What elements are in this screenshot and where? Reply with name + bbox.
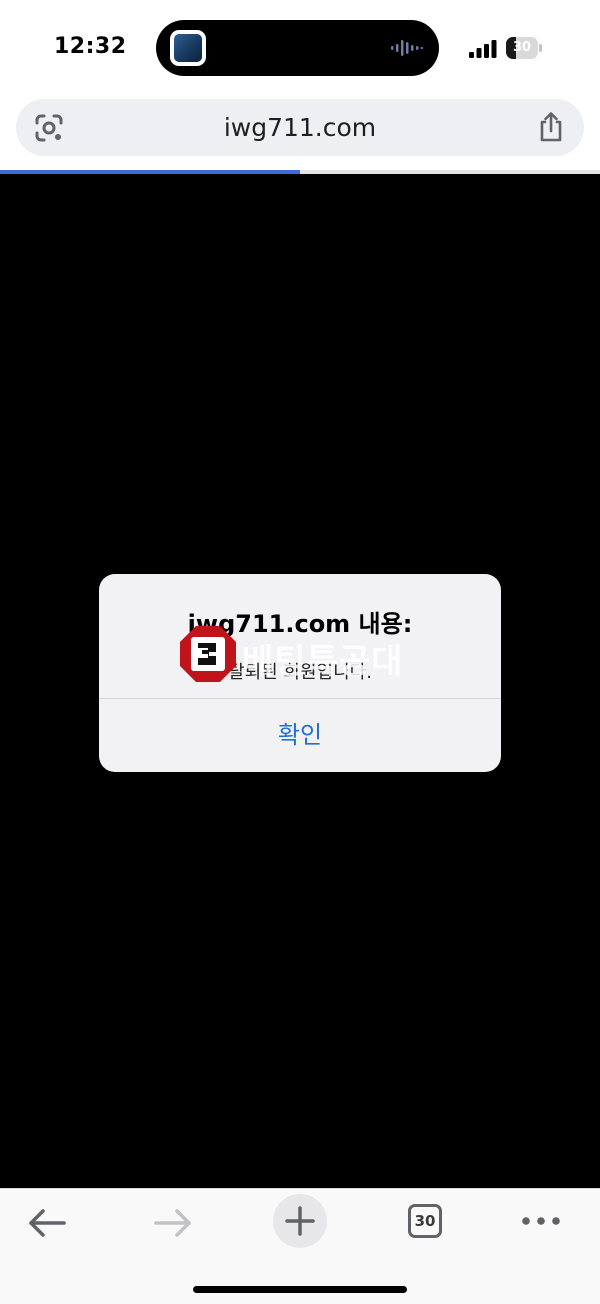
tab-switcher-button[interactable]: 30 xyxy=(406,1202,446,1242)
bottom-toolbar: 30 xyxy=(0,1188,600,1304)
google-lens-icon[interactable] xyxy=(34,113,64,143)
tab-count: 30 xyxy=(414,1212,436,1230)
more-menu-button[interactable] xyxy=(520,1211,562,1231)
status-time: 12:32 xyxy=(54,34,127,59)
battery-level: 30 xyxy=(512,40,532,55)
dynamic-island[interactable] xyxy=(156,20,439,76)
home-indicator[interactable] xyxy=(193,1286,407,1293)
forward-button[interactable] xyxy=(152,1205,194,1241)
back-button[interactable] xyxy=(26,1205,68,1241)
audio-waveform-icon xyxy=(391,40,423,56)
url-display[interactable]: iwg711.com xyxy=(96,99,504,156)
new-tab-button[interactable] xyxy=(273,1194,327,1248)
watermark-text: 베팅특공대 xyxy=(242,642,404,682)
watermark: 베팅특공대 xyxy=(180,626,422,682)
cellular-signal-icon xyxy=(469,40,497,58)
address-bar[interactable]: iwg711.com xyxy=(16,99,584,156)
plus-icon xyxy=(285,1206,315,1236)
share-icon[interactable] xyxy=(536,111,566,143)
media-app-icon xyxy=(170,30,206,66)
battery-indicator: 30 xyxy=(506,37,542,59)
status-bar: 12:32 30 xyxy=(0,0,600,96)
alert-confirm-button[interactable]: 확인 xyxy=(99,699,501,772)
watermark-logo-icon xyxy=(180,626,236,682)
